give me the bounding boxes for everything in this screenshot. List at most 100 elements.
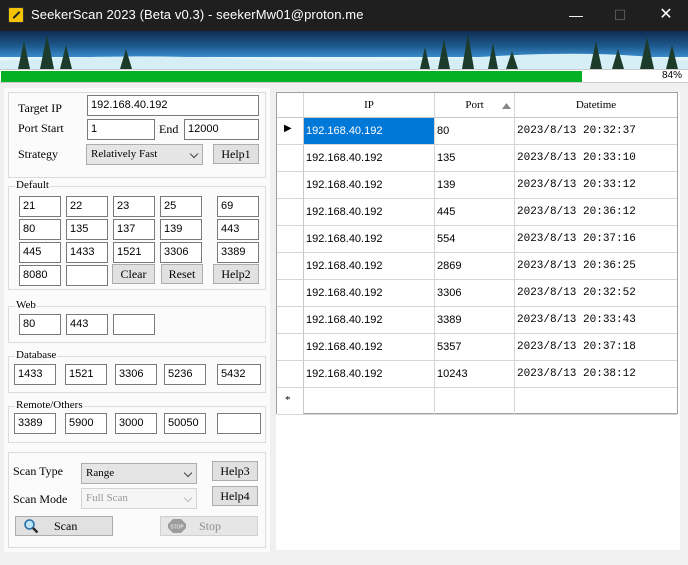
cell-port[interactable]: 445 bbox=[435, 199, 515, 226]
stop-button[interactable]: STOP Stop bbox=[160, 516, 258, 536]
cell-ip[interactable]: 192.168.40.192 bbox=[304, 253, 435, 280]
column-header-datetime[interactable]: Datetime bbox=[515, 93, 677, 118]
help2-button[interactable]: Help2 bbox=[213, 264, 259, 284]
scan-type-select[interactable]: Range bbox=[81, 463, 197, 484]
default-port-input[interactable]: 3306 bbox=[160, 242, 202, 263]
default-port-input[interactable]: 443 bbox=[217, 219, 259, 240]
help3-button[interactable]: Help3 bbox=[212, 461, 258, 481]
cell-ip[interactable]: 192.168.40.192 bbox=[304, 199, 435, 226]
port-start-input[interactable]: 1 bbox=[87, 119, 155, 140]
database-port-input[interactable]: 5236 bbox=[164, 364, 206, 385]
cell-port[interactable]: 554 bbox=[435, 226, 515, 253]
web-ports-label: Web bbox=[15, 299, 37, 311]
cell-datetime[interactable]: 2023/8/13 20:32:37 bbox=[515, 118, 677, 145]
help1-button[interactable]: Help1 bbox=[213, 144, 259, 164]
new-row-cell[interactable] bbox=[515, 388, 677, 415]
row-header[interactable] bbox=[277, 172, 304, 199]
cell-ip[interactable]: 192.168.40.192 bbox=[304, 145, 435, 172]
default-port-input[interactable]: 137 bbox=[113, 219, 155, 240]
clear-button[interactable]: Clear bbox=[112, 264, 155, 284]
default-port-input[interactable]: 445 bbox=[19, 242, 61, 263]
cell-ip[interactable]: 192.168.40.192 bbox=[304, 361, 435, 388]
cell-ip[interactable]: 192.168.40.192 bbox=[304, 172, 435, 199]
cell-port[interactable]: 3306 bbox=[435, 280, 515, 307]
row-header[interactable] bbox=[277, 334, 304, 361]
row-header[interactable] bbox=[277, 253, 304, 280]
default-port-input[interactable]: 23 bbox=[113, 196, 155, 217]
cell-port[interactable]: 10243 bbox=[435, 361, 515, 388]
scan-mode-select[interactable]: Full Scan bbox=[81, 488, 197, 509]
cell-ip[interactable]: 192.168.40.192 bbox=[304, 118, 435, 145]
progress-fill bbox=[1, 71, 582, 82]
remote-port-input[interactable]: 50050 bbox=[164, 413, 206, 434]
cell-port[interactable]: 2869 bbox=[435, 253, 515, 280]
default-port-input[interactable]: 22 bbox=[66, 196, 108, 217]
cell-datetime[interactable]: 2023/8/13 20:38:12 bbox=[515, 361, 677, 388]
default-port-input[interactable]: 21 bbox=[19, 196, 61, 217]
row-header[interactable] bbox=[277, 280, 304, 307]
database-port-input[interactable]: 1521 bbox=[65, 364, 107, 385]
cell-datetime[interactable]: 2023/8/13 20:33:10 bbox=[515, 145, 677, 172]
new-row-cell[interactable] bbox=[304, 388, 435, 415]
help4-button[interactable]: Help4 bbox=[212, 486, 258, 506]
default-port-input[interactable] bbox=[66, 265, 108, 286]
database-port-input[interactable]: 3306 bbox=[115, 364, 157, 385]
cell-port[interactable]: 135 bbox=[435, 145, 515, 172]
web-port-input[interactable]: 443 bbox=[66, 314, 108, 335]
cell-ip[interactable]: 192.168.40.192 bbox=[304, 334, 435, 361]
scan-button[interactable]: Scan bbox=[15, 516, 113, 536]
target-ip-input[interactable]: 192.168.40.192 bbox=[87, 95, 259, 116]
default-port-input[interactable]: 139 bbox=[160, 219, 202, 240]
results-grid[interactable]: IP Port Datetime ▶ 192.168.40.192 80 2023/8… bbox=[276, 92, 678, 415]
default-port-input[interactable]: 69 bbox=[217, 196, 259, 217]
close-button[interactable]: ✕ bbox=[654, 4, 678, 26]
row-header[interactable] bbox=[277, 307, 304, 334]
remote-port-input[interactable]: 5900 bbox=[65, 413, 107, 434]
cell-ip[interactable]: 192.168.40.192 bbox=[304, 307, 435, 334]
column-header-ip[interactable]: IP bbox=[304, 93, 435, 118]
new-row-cell[interactable] bbox=[435, 388, 515, 415]
cell-datetime[interactable]: 2023/8/13 20:33:12 bbox=[515, 172, 677, 199]
column-header-ip-label: IP bbox=[364, 99, 374, 111]
cell-port[interactable]: 139 bbox=[435, 172, 515, 199]
reset-button[interactable]: Reset bbox=[161, 264, 203, 284]
new-row-header[interactable]: * bbox=[277, 388, 304, 415]
port-end-label: End bbox=[159, 122, 179, 136]
port-end-input[interactable]: 12000 bbox=[184, 119, 259, 140]
minimize-button[interactable]: — bbox=[564, 4, 588, 26]
database-port-input[interactable]: 1433 bbox=[14, 364, 56, 385]
default-port-input[interactable]: 3389 bbox=[217, 242, 259, 263]
cell-datetime[interactable]: 2023/8/13 20:37:16 bbox=[515, 226, 677, 253]
cell-datetime[interactable]: 2023/8/13 20:36:12 bbox=[515, 199, 677, 226]
default-port-input[interactable]: 8080 bbox=[19, 265, 61, 286]
cell-datetime[interactable]: 2023/8/13 20:33:43 bbox=[515, 307, 677, 334]
default-port-input[interactable]: 135 bbox=[66, 219, 108, 240]
default-port-input[interactable]: 25 bbox=[160, 196, 202, 217]
row-header[interactable]: ▶ bbox=[277, 118, 304, 145]
remote-port-input[interactable]: 3000 bbox=[115, 413, 157, 434]
cell-port[interactable]: 80 bbox=[435, 118, 515, 145]
cell-datetime[interactable]: 2023/8/13 20:36:25 bbox=[515, 253, 677, 280]
row-header[interactable] bbox=[277, 145, 304, 172]
database-port-input[interactable]: 5432 bbox=[217, 364, 261, 385]
scan-mode-selected: Full Scan bbox=[86, 492, 128, 504]
web-port-input[interactable] bbox=[113, 314, 155, 335]
default-port-input[interactable]: 1433 bbox=[66, 242, 108, 263]
remote-port-input[interactable] bbox=[217, 413, 261, 434]
maximize-button[interactable]: ☐ bbox=[608, 4, 632, 26]
web-port-input[interactable]: 80 bbox=[19, 314, 61, 335]
cell-datetime[interactable]: 2023/8/13 20:37:18 bbox=[515, 334, 677, 361]
cell-port[interactable]: 3389 bbox=[435, 307, 515, 334]
column-header-port[interactable]: Port bbox=[435, 93, 515, 118]
default-port-input[interactable]: 1521 bbox=[113, 242, 155, 263]
cell-port[interactable]: 5357 bbox=[435, 334, 515, 361]
default-port-input[interactable]: 80 bbox=[19, 219, 61, 240]
row-header[interactable] bbox=[277, 199, 304, 226]
row-header[interactable] bbox=[277, 361, 304, 388]
cell-ip[interactable]: 192.168.40.192 bbox=[304, 226, 435, 253]
strategy-select[interactable]: Relatively Fast bbox=[86, 144, 203, 165]
row-header[interactable] bbox=[277, 226, 304, 253]
cell-ip[interactable]: 192.168.40.192 bbox=[304, 280, 435, 307]
cell-datetime[interactable]: 2023/8/13 20:32:52 bbox=[515, 280, 677, 307]
remote-port-input[interactable]: 3389 bbox=[14, 413, 56, 434]
